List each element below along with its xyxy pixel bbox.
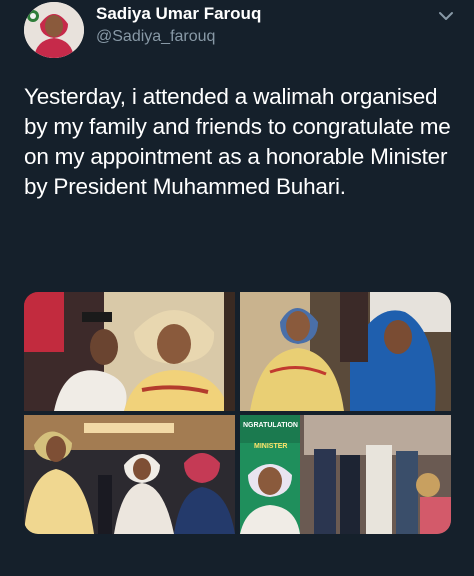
- avatar[interactable]: [24, 2, 84, 58]
- banner-line-1: NGRATULATION: [243, 422, 298, 429]
- photo-3[interactable]: [24, 415, 235, 534]
- photo-grid: NGRATULATION MINISTER: [24, 292, 451, 534]
- tweet-text: Yesterday, i attended a walimah organise…: [24, 84, 451, 199]
- tweet-footer: [24, 556, 454, 576]
- banner-line-2: MINISTER: [254, 443, 287, 450]
- author-handle[interactable]: @Sadiya_farouq: [96, 28, 215, 46]
- photo-1[interactable]: [24, 292, 235, 411]
- tweet-header: Sadiya Umar Farouq @Sadiya_farouq: [0, 0, 474, 70]
- photo-4[interactable]: NGRATULATION MINISTER: [240, 415, 451, 534]
- chevron-down-icon[interactable]: [434, 6, 458, 26]
- author-name[interactable]: Sadiya Umar Farouq: [96, 4, 261, 24]
- photo-2[interactable]: [240, 292, 451, 411]
